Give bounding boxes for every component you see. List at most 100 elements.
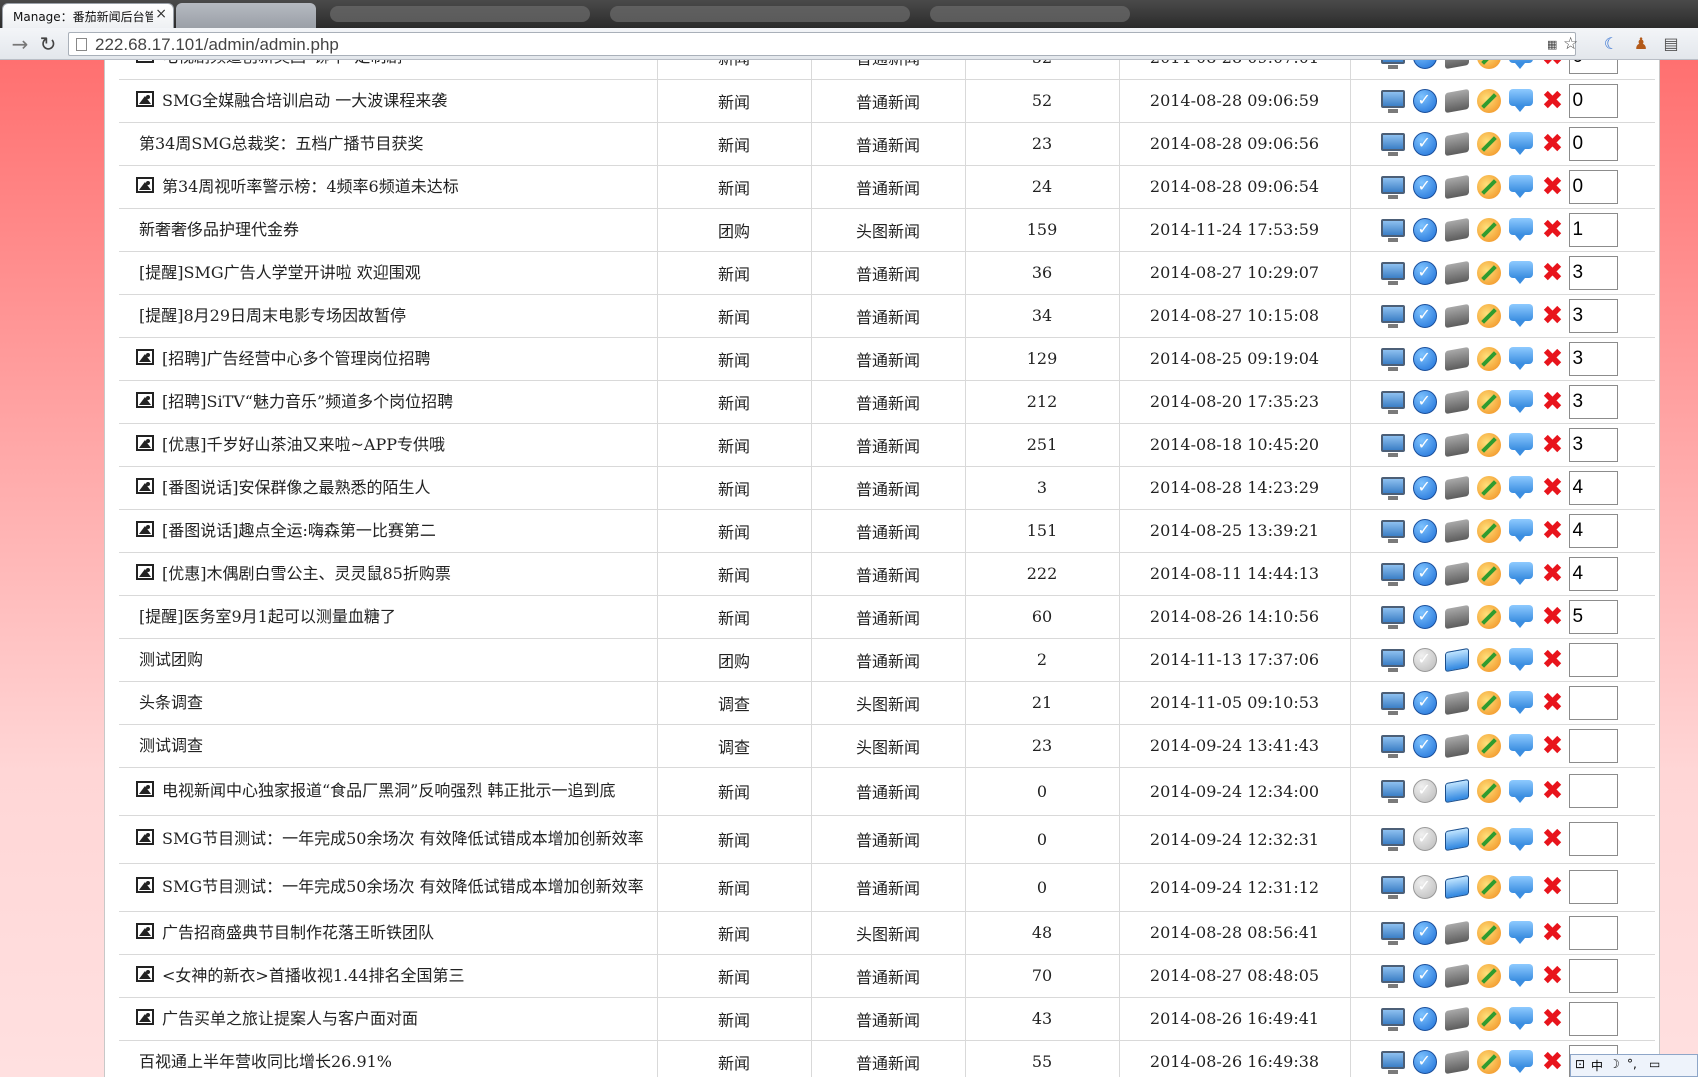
publish-check-icon[interactable] (1412, 346, 1437, 371)
computer-icon[interactable] (1444, 131, 1469, 156)
edit-pencil-icon[interactable] (1476, 561, 1501, 586)
delete-icon[interactable]: ✖ (1541, 826, 1565, 852)
news-title[interactable]: [招聘]SiTV“魅力音乐”频道多个岗位招聘 (162, 392, 453, 411)
delete-icon[interactable]: ✖ (1541, 260, 1565, 286)
preview-monitor-icon[interactable] (1380, 921, 1405, 945)
publish-check-icon[interactable] (1412, 779, 1437, 803)
news-title[interactable]: SMG节目测试：一年完成50余场次 有效降低试错成本增加创新效率 (162, 877, 644, 896)
order-input[interactable]: 0 (1568, 60, 1618, 75)
comment-icon[interactable] (1508, 519, 1533, 542)
comment-icon[interactable] (1508, 304, 1533, 327)
order-input[interactable]: 5 (1568, 599, 1618, 634)
order-input[interactable] (1568, 774, 1618, 808)
publish-check-icon[interactable] (1412, 920, 1437, 945)
order-input[interactable]: 0 (1568, 83, 1618, 118)
preview-monitor-icon[interactable] (1380, 261, 1405, 285)
computer-icon[interactable] (1444, 88, 1469, 113)
news-title[interactable]: [番图说话]安保群像之最熟悉的陌生人 (162, 478, 431, 497)
tab-manage[interactable]: Manage：番茄新闻后台管 × (2, 3, 174, 28)
publish-check-icon[interactable] (1412, 260, 1437, 285)
address-bar[interactable]: 222.68.17.101/admin/admin.php ▦ ☆ (68, 32, 1578, 56)
news-title[interactable]: [招聘]广告经营中心多个管理岗位招聘 (162, 349, 431, 368)
order-input[interactable]: 4 (1568, 513, 1618, 548)
preview-monitor-icon[interactable] (1380, 1007, 1405, 1031)
computer-icon[interactable] (1444, 561, 1469, 586)
order-input[interactable] (1568, 642, 1618, 677)
news-title[interactable]: 测试团购 (139, 650, 203, 669)
computer-icon[interactable] (1444, 303, 1469, 328)
news-title[interactable]: 头条调查 (139, 693, 203, 712)
comment-icon[interactable] (1508, 60, 1533, 69)
edit-pencil-icon[interactable] (1476, 475, 1501, 500)
news-title[interactable]: SMG节目测试：一年完成50余场次 有效降低试错成本增加创新效率 (162, 829, 644, 848)
computer-icon[interactable] (1444, 1049, 1469, 1074)
order-input[interactable]: 3 (1568, 255, 1618, 290)
news-title[interactable]: 广告买单之旅让提案人与客户面对面 (162, 1009, 418, 1028)
preview-monitor-icon[interactable] (1380, 691, 1405, 715)
preview-monitor-icon[interactable] (1380, 218, 1405, 242)
preview-monitor-icon[interactable] (1380, 562, 1405, 586)
publish-check-icon[interactable] (1412, 131, 1437, 156)
edit-pencil-icon[interactable] (1476, 779, 1501, 803)
computer-icon[interactable] (1444, 963, 1469, 988)
news-title[interactable]: 第34周视听率警示榜：4频率6频道未达标 (162, 177, 459, 196)
comment-icon[interactable] (1508, 476, 1533, 499)
publish-check-icon[interactable] (1412, 690, 1437, 715)
delete-icon[interactable]: ✖ (1541, 561, 1565, 587)
publish-check-icon[interactable] (1412, 389, 1437, 414)
preview-monitor-icon[interactable] (1380, 390, 1405, 414)
comment-icon[interactable] (1508, 433, 1533, 456)
news-title[interactable]: 新奢奢侈品护理代金券 (139, 220, 299, 239)
computer-icon[interactable] (1444, 733, 1469, 758)
preview-monitor-icon[interactable] (1380, 304, 1405, 328)
delete-icon[interactable]: ✖ (1541, 389, 1565, 415)
computer-icon[interactable] (1444, 217, 1469, 242)
delete-icon[interactable]: ✖ (1541, 174, 1565, 200)
order-input[interactable] (1568, 728, 1618, 763)
edit-pencil-icon[interactable] (1476, 875, 1501, 899)
preview-monitor-icon[interactable] (1380, 605, 1405, 629)
publish-check-icon[interactable] (1412, 518, 1437, 543)
computer-icon[interactable] (1444, 920, 1469, 945)
edit-pencil-icon[interactable] (1476, 432, 1501, 457)
news-title[interactable]: 测试调查 (139, 736, 203, 755)
computer-icon[interactable] (1444, 518, 1469, 543)
edit-pencil-icon[interactable] (1476, 260, 1501, 285)
computer-icon[interactable] (1444, 604, 1469, 629)
edit-pencil-icon[interactable] (1476, 647, 1501, 672)
preview-monitor-icon[interactable] (1380, 648, 1405, 672)
comment-icon[interactable] (1508, 605, 1533, 628)
order-input[interactable]: 3 (1568, 341, 1618, 376)
preview-monitor-icon[interactable] (1380, 347, 1405, 371)
edit-pencil-icon[interactable] (1476, 174, 1501, 199)
delete-icon[interactable]: ✖ (1541, 690, 1565, 716)
comment-icon[interactable] (1508, 1050, 1533, 1073)
preview-monitor-icon[interactable] (1380, 476, 1405, 500)
comment-icon[interactable] (1508, 921, 1533, 944)
preview-monitor-icon[interactable] (1380, 1050, 1405, 1074)
publish-check-icon[interactable] (1412, 303, 1437, 328)
edit-pencil-icon[interactable] (1476, 1006, 1501, 1031)
publish-check-icon[interactable] (1412, 60, 1437, 70)
order-input[interactable]: 1 (1568, 212, 1618, 247)
delete-icon[interactable]: ✖ (1541, 346, 1565, 372)
order-input[interactable]: 4 (1568, 470, 1618, 505)
preview-monitor-icon[interactable] (1380, 433, 1405, 457)
comment-icon[interactable] (1508, 827, 1533, 851)
edit-pencil-icon[interactable] (1476, 60, 1501, 70)
computer-icon[interactable] (1444, 260, 1469, 285)
news-title[interactable]: [提醒]SMG广告人学堂开讲啦 欢迎围观 (139, 263, 421, 282)
edit-pencil-icon[interactable] (1476, 217, 1501, 242)
comment-icon[interactable] (1508, 1007, 1533, 1030)
edit-pencil-icon[interactable] (1476, 1049, 1501, 1074)
computer-icon[interactable] (1444, 647, 1469, 672)
delete-icon[interactable]: ✖ (1541, 963, 1565, 989)
order-input[interactable] (1568, 685, 1618, 720)
delete-icon[interactable]: ✖ (1541, 733, 1565, 759)
settings-wrench-icon[interactable]: ▤ (1660, 33, 1682, 55)
preview-monitor-icon[interactable] (1380, 132, 1405, 156)
publish-check-icon[interactable] (1412, 432, 1437, 457)
pdf-icon[interactable]: ▦ (1547, 38, 1557, 51)
delete-icon[interactable]: ✖ (1541, 303, 1565, 329)
computer-icon[interactable] (1444, 874, 1469, 900)
